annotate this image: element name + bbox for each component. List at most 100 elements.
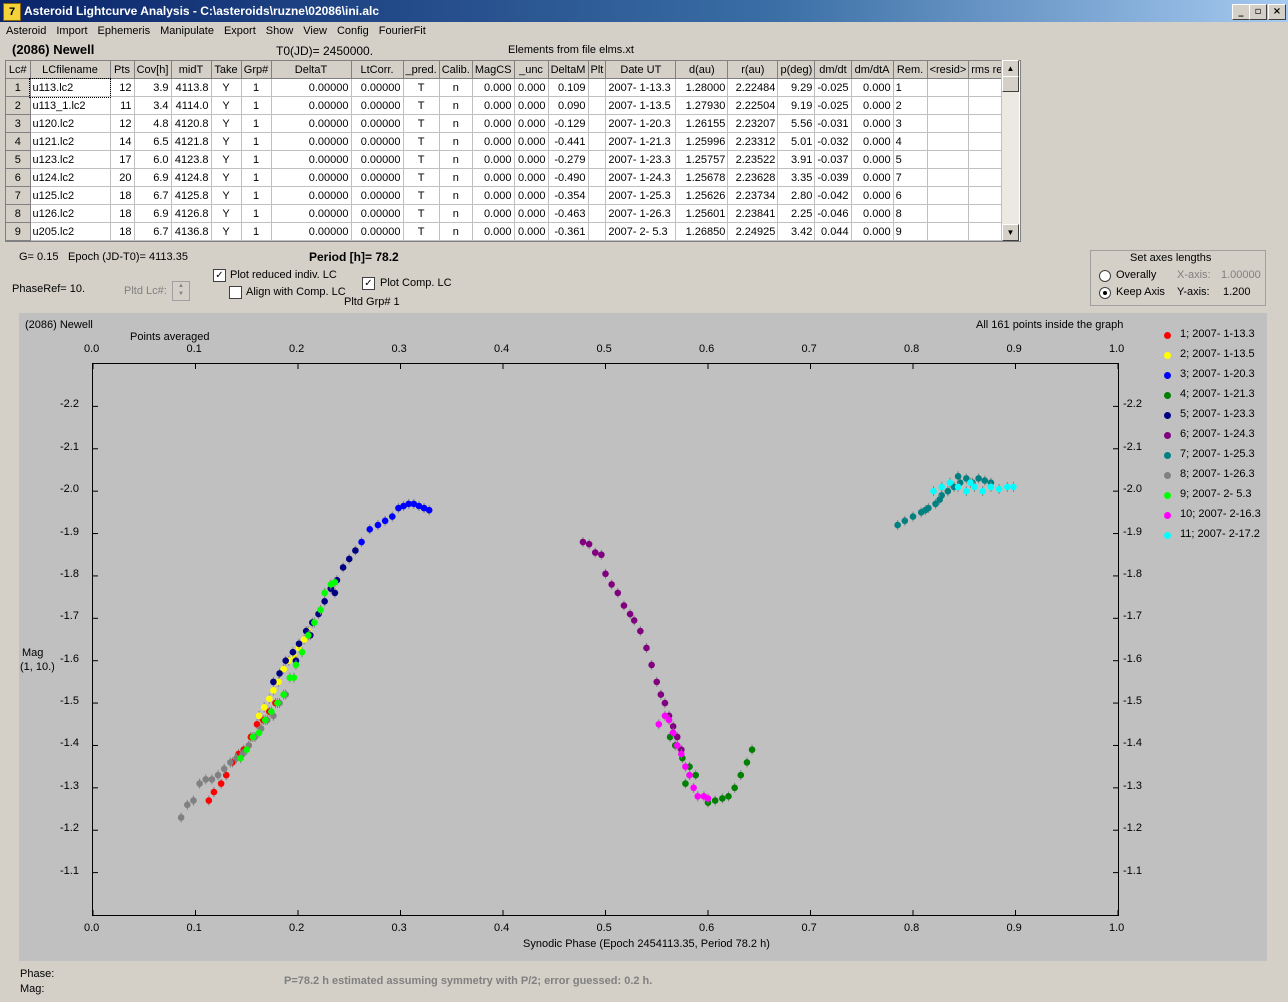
table-cell[interactable]: 6.9 <box>134 168 172 187</box>
row-header[interactable]: 3 <box>6 114 31 133</box>
row-header[interactable]: 6 <box>6 168 31 187</box>
column-header[interactable]: MagCS <box>472 61 515 79</box>
table-cell[interactable] <box>927 78 970 97</box>
table-row[interactable]: 2 u113_1.lc2 11 3.4 4114.0 Y 1 0.00000 0.00000 Tn… <box>6 96 1011 115</box>
table-cell[interactable]: 12 <box>110 78 135 97</box>
table-cell[interactable]: 0.000 <box>514 186 549 205</box>
table-cell[interactable]: n <box>439 204 473 223</box>
table-cell[interactable]: 1.25601 <box>675 204 729 223</box>
row-header[interactable]: 7 <box>6 186 31 205</box>
table-cell[interactable]: 1.25626 <box>675 186 729 205</box>
table-cell[interactable]: 4114.0 <box>171 96 212 115</box>
table-cell[interactable]: -0.463 <box>548 204 589 223</box>
plot-area[interactable] <box>92 363 1119 916</box>
scroll-down-icon[interactable]: ▼ <box>1002 224 1019 241</box>
table-cell[interactable]: 4124.8 <box>171 168 212 187</box>
table-cell[interactable]: n <box>439 186 473 205</box>
column-header[interactable]: LtCorr. <box>351 61 404 79</box>
scroll-up-icon[interactable]: ▲ <box>1002 60 1019 77</box>
table-cell[interactable]: n <box>439 150 473 169</box>
table-cell[interactable]: 2007- 1-13.5 <box>605 96 677 115</box>
menu-asteroid[interactable]: Asteroid <box>0 22 50 37</box>
table-cell[interactable]: Y <box>211 96 242 115</box>
table-cell[interactable]: 2007- 1-25.3 <box>605 186 677 205</box>
table-cell[interactable]: 9.19 <box>777 96 816 115</box>
menu-fourierfit[interactable]: FourierFit <box>373 22 430 37</box>
table-cell[interactable]: 4126.8 <box>171 204 212 223</box>
table-cell[interactable]: T <box>403 168 440 187</box>
table-cell[interactable]: 2.23734 <box>727 186 779 205</box>
table-cell[interactable]: 6.0 <box>134 150 172 169</box>
column-header[interactable]: dm/dtA <box>851 61 894 79</box>
table-cell[interactable]: 18 <box>110 204 135 223</box>
table-cell[interactable]: 1.25996 <box>675 132 729 151</box>
table-cell[interactable]: 3.4 <box>134 96 172 115</box>
table-cell[interactable]: 6.7 <box>134 222 172 241</box>
table-cell[interactable]: 0.00000 <box>271 132 352 151</box>
column-header[interactable]: Calib. <box>439 61 473 79</box>
table-cell[interactable]: 0.000 <box>472 132 515 151</box>
table-cell[interactable]: 1.26155 <box>675 114 729 133</box>
table-cell[interactable]: u124.lc2 <box>30 168 111 187</box>
table-cell[interactable]: n <box>439 96 473 115</box>
table-cell[interactable]: T <box>403 222 440 241</box>
row-header[interactable]: 1 <box>6 78 31 97</box>
table-cell[interactable]: T <box>403 186 440 205</box>
table-cell[interactable]: 0.000 <box>514 132 549 151</box>
table-cell[interactable]: -0.129 <box>548 114 589 133</box>
column-header[interactable]: LCfilename <box>30 61 111 79</box>
table-cell[interactable]: 0.000 <box>514 222 549 241</box>
spin-down-icon[interactable]: ▼ <box>173 290 189 298</box>
table-cell[interactable]: n <box>439 114 473 133</box>
table-cell[interactable]: 6.9 <box>134 204 172 223</box>
table-cell[interactable]: Y <box>211 204 242 223</box>
table-cell[interactable] <box>927 204 970 223</box>
table-cell[interactable]: 14 <box>110 132 135 151</box>
table-cell[interactable]: 18 <box>110 222 135 241</box>
table-cell[interactable]: 1 <box>893 78 928 97</box>
table-cell[interactable]: T <box>403 204 440 223</box>
column-header[interactable]: DeltaT <box>271 61 352 79</box>
table-cell[interactable]: 0.000 <box>514 78 549 97</box>
table-cell[interactable]: 2.24925 <box>727 222 779 241</box>
table-row[interactable]: 7 u125.lc2 18 6.7 4125.8 Y 1 0.00000 0.00000 Tn 0.… <box>6 186 1011 205</box>
table-cell[interactable]: 2.23522 <box>727 150 779 169</box>
table-cell[interactable]: 2.80 <box>777 186 816 205</box>
table-cell[interactable]: 0.000 <box>851 222 894 241</box>
table-cell[interactable]: 1 <box>241 78 272 97</box>
table-cell[interactable] <box>588 150 607 169</box>
table-cell[interactable]: 0.090 <box>548 96 589 115</box>
table-cell[interactable]: 0.000 <box>472 150 515 169</box>
overally-radio[interactable] <box>1099 270 1111 282</box>
table-cell[interactable]: 0.000 <box>472 168 515 187</box>
table-cell[interactable]: 4123.8 <box>171 150 212 169</box>
table-cell[interactable]: 7 <box>893 168 928 187</box>
table-cell[interactable] <box>927 150 970 169</box>
table-cell[interactable]: 0.000 <box>851 114 894 133</box>
table-cell[interactable] <box>927 114 970 133</box>
table-cell[interactable]: u125.lc2 <box>30 186 111 205</box>
table-cell[interactable]: 1.25757 <box>675 150 729 169</box>
column-header[interactable]: Date UT <box>605 61 677 79</box>
table-cell[interactable]: 0.000 <box>514 168 549 187</box>
table-cell[interactable]: 1.26850 <box>675 222 729 241</box>
lightcurve-table[interactable]: Lc# LCfilename Pts Cov[h] midT Take Grp# DeltaT… <box>5 60 1021 242</box>
table-cell[interactable]: 0.000 <box>851 78 894 97</box>
table-cell[interactable]: 1.25678 <box>675 168 729 187</box>
column-header[interactable]: midT <box>171 61 212 79</box>
table-cell[interactable]: 4125.8 <box>171 186 212 205</box>
table-cell[interactable]: 0.00000 <box>351 150 404 169</box>
table-cell[interactable] <box>927 186 970 205</box>
row-header[interactable]: 5 <box>6 150 31 169</box>
table-cell[interactable] <box>588 132 607 151</box>
table-cell[interactable]: 0.000 <box>472 186 515 205</box>
table-cell[interactable] <box>927 132 970 151</box>
align-comp-checkbox[interactable] <box>229 286 242 299</box>
table-cell[interactable]: 1 <box>241 222 272 241</box>
table-row[interactable]: 6 u124.lc2 20 6.9 4124.8 Y 1 0.00000 0.00000 Tn 0.… <box>6 168 1011 187</box>
column-header[interactable]: Grp# <box>241 61 272 79</box>
table-cell[interactable]: 0.00000 <box>271 204 352 223</box>
table-cell[interactable]: 4113.8 <box>171 78 212 97</box>
table-cell[interactable]: 0.00000 <box>271 78 352 97</box>
menu-export[interactable]: Export <box>218 22 260 37</box>
